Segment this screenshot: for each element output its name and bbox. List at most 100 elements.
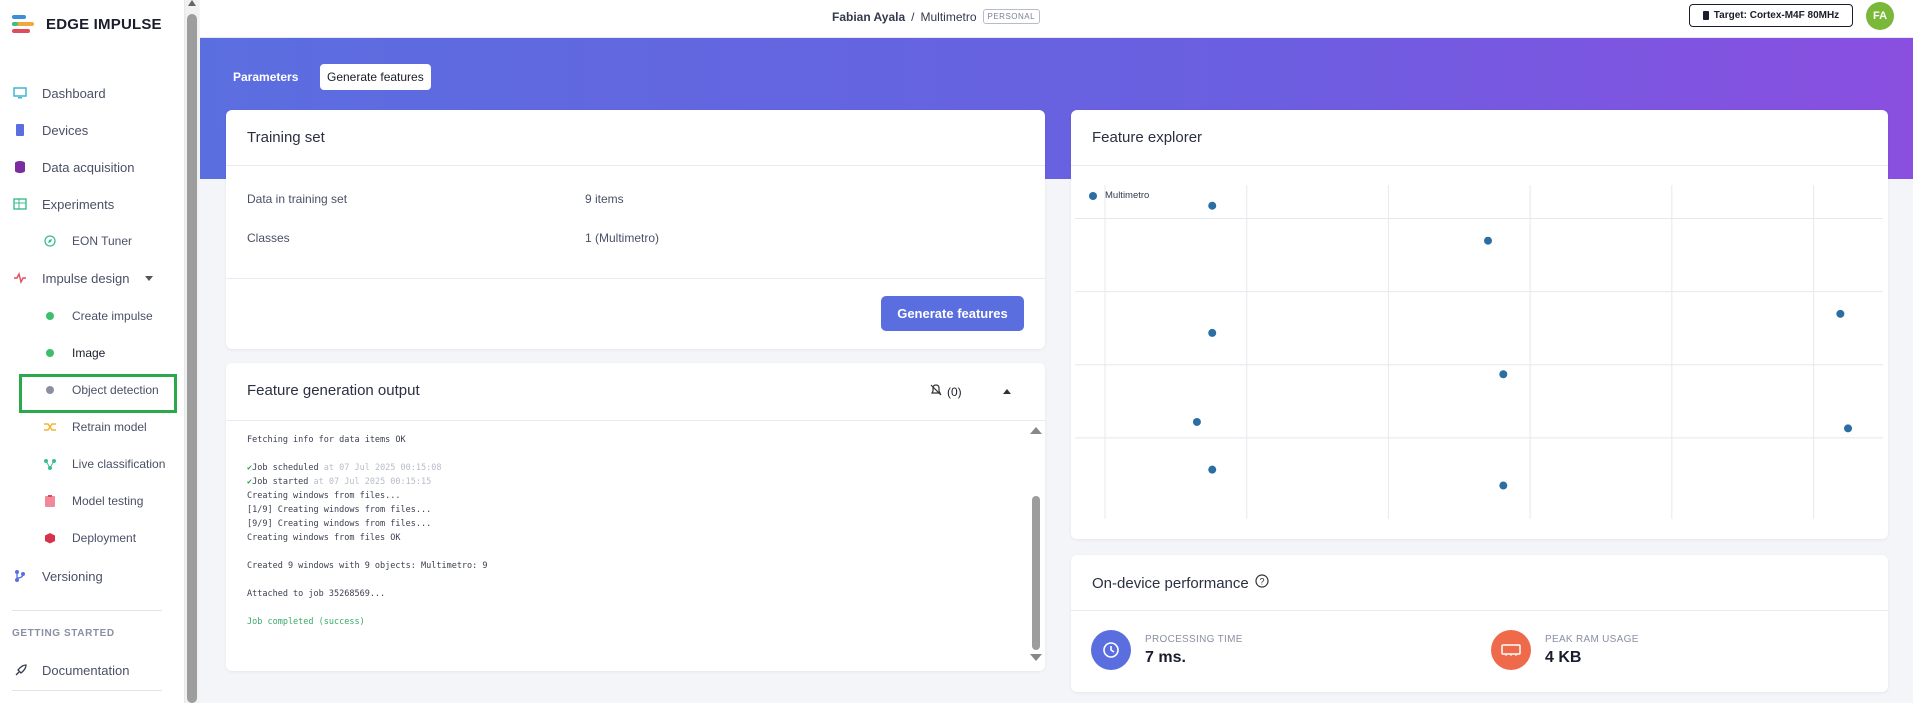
scatter-point[interactable] bbox=[1499, 481, 1508, 490]
card-title: Training set bbox=[247, 129, 325, 146]
row-label: Classes bbox=[247, 231, 290, 245]
cube-icon bbox=[42, 530, 58, 546]
table-icon bbox=[12, 196, 28, 212]
metric-processing-time: PROCESSING TIME 7 ms. bbox=[1091, 630, 1243, 670]
sidebar-item-create-impulse[interactable]: Create impulse bbox=[0, 303, 153, 329]
sidebar-item-label: Impulse design bbox=[42, 270, 130, 286]
console-timestamp: at 07 Jul 2025 00:15:08 bbox=[318, 463, 442, 473]
sidebar-item-dashboard[interactable]: Dashboard bbox=[0, 80, 106, 106]
console-line: [9/9] Creating windows from files... bbox=[247, 517, 1027, 531]
divider bbox=[1071, 165, 1888, 166]
scatter-point[interactable] bbox=[1208, 201, 1217, 210]
divider bbox=[226, 165, 1045, 166]
sidebar-item-devices[interactable]: Devices bbox=[0, 117, 88, 143]
sidebar-item-deployment[interactable]: Deployment bbox=[0, 525, 136, 551]
chart-legend[interactable]: Multimetro bbox=[1089, 190, 1149, 201]
scatter-point[interactable] bbox=[1192, 417, 1201, 426]
sidebar-item-experiments[interactable]: Experiments bbox=[0, 191, 114, 217]
generate-features-button[interactable]: Generate features bbox=[881, 296, 1024, 331]
sidebar-scrollbar-thumb[interactable] bbox=[187, 14, 197, 703]
project-owner[interactable]: Fabian Ayala bbox=[832, 10, 905, 24]
feature-scatter-chart[interactable] bbox=[1075, 185, 1883, 519]
logo[interactable]: EDGE IMPULSE bbox=[12, 12, 162, 36]
console-text: Creating windows from files... bbox=[247, 491, 401, 501]
sidebar-item-label: Live classification bbox=[72, 457, 166, 471]
performance-title: On-device performance bbox=[1092, 574, 1249, 592]
scatter-point[interactable] bbox=[1484, 236, 1492, 245]
target-label: Target: Cortex-M4F 80MHz bbox=[1713, 10, 1840, 21]
sidebar-item-documentation[interactable]: Documentation bbox=[0, 657, 129, 683]
sidebar-item-image[interactable]: Image bbox=[0, 340, 105, 366]
sidebar-item-live-classification[interactable]: Live classification bbox=[0, 451, 165, 477]
scroll-down-icon[interactable] bbox=[1030, 654, 1042, 661]
console-line: Creating windows from files... bbox=[247, 489, 1027, 503]
tab-parameters[interactable]: Parameters bbox=[226, 64, 305, 90]
notifications-toggle[interactable]: (0) bbox=[929, 383, 962, 400]
console-text: [9/9] Creating windows from files... bbox=[247, 519, 432, 529]
project-name[interactable]: Multimetro bbox=[920, 10, 976, 24]
divider bbox=[1071, 610, 1888, 611]
feature-explorer-card: Feature explorer Multimetro bbox=[1071, 110, 1888, 539]
tab-generate-features[interactable]: Generate features bbox=[320, 64, 431, 90]
metric-value: 4 KB bbox=[1545, 648, 1582, 666]
sidebar-item-label: Documentation bbox=[42, 662, 130, 678]
sidebar-item-eon-tuner[interactable]: EON Tuner bbox=[0, 228, 132, 254]
console-line: [1/9] Creating windows from files... bbox=[247, 503, 1027, 517]
compass-icon bbox=[42, 233, 58, 249]
sidebar-item-data-acquisition[interactable]: Data acquisition bbox=[0, 154, 135, 180]
network-icon bbox=[42, 456, 58, 472]
console-line: Job completed (success) bbox=[247, 615, 1027, 629]
chevron-down-icon[interactable] bbox=[145, 275, 154, 281]
scatter-point[interactable] bbox=[1499, 370, 1508, 379]
console-line: ✔Job started at 07 Jul 2025 00:15:15 bbox=[247, 475, 1027, 489]
notification-count: (0) bbox=[947, 384, 962, 399]
avatar[interactable]: FA bbox=[1866, 2, 1894, 30]
sidebar-item-retrain-model[interactable]: Retrain model bbox=[0, 414, 147, 440]
branch-icon bbox=[12, 568, 28, 584]
scatter-point[interactable] bbox=[1836, 309, 1845, 318]
console-text: Job scheduled bbox=[252, 463, 319, 473]
sidebar-item-versioning[interactable]: Versioning bbox=[0, 563, 103, 589]
svg-text:?: ? bbox=[1259, 577, 1264, 587]
sidebar-item-impulse-design[interactable]: Impulse design bbox=[0, 265, 154, 291]
scatter-point[interactable] bbox=[1208, 328, 1217, 337]
row-value: 9 items bbox=[585, 192, 624, 206]
sidebar-item-label: Dashboard bbox=[42, 85, 106, 101]
card-title: On-device performance ? bbox=[1092, 574, 1269, 592]
console-text: Created 9 windows with 9 objects: Multim… bbox=[247, 561, 488, 571]
console-line: ✔Job scheduled at 07 Jul 2025 00:15:08 bbox=[247, 461, 1027, 475]
console-output: Fetching info for data items OK ✔Job sche… bbox=[247, 433, 1027, 663]
target-device-button[interactable]: Target: Cortex-M4F 80MHz bbox=[1689, 4, 1853, 27]
scatter-point[interactable] bbox=[1208, 465, 1217, 474]
monitor-icon bbox=[12, 85, 28, 101]
metric-peak-ram: PEAK RAM USAGE 4 KB bbox=[1491, 630, 1639, 670]
row-label: Data in training set bbox=[247, 192, 348, 206]
help-icon[interactable]: ? bbox=[1255, 574, 1269, 592]
status-dot-icon bbox=[42, 308, 58, 324]
collapse-icon[interactable] bbox=[1003, 389, 1011, 394]
memory-icon bbox=[1491, 630, 1531, 670]
sidebar-item-label: Deployment bbox=[72, 531, 137, 545]
console-text: Fetching info for data items OK bbox=[247, 435, 406, 445]
scroll-up-icon[interactable] bbox=[1030, 427, 1042, 434]
sidebar-section-heading: GETTING STARTED bbox=[12, 628, 115, 639]
database-icon bbox=[12, 159, 28, 175]
console-text: Attached to job 35268569... bbox=[247, 589, 386, 599]
sidebar-item-model-testing[interactable]: Model testing bbox=[0, 488, 143, 514]
metric-value: 7 ms. bbox=[1145, 648, 1186, 666]
chip-icon bbox=[1702, 11, 1709, 20]
row-value: 1 (Multimetro) bbox=[585, 231, 660, 245]
console-line: Created 9 windows with 9 objects: Multim… bbox=[247, 559, 1027, 573]
sidebar-item-label: Retrain model bbox=[72, 420, 147, 434]
highlight-box bbox=[19, 374, 177, 413]
scroll-up-icon[interactable] bbox=[188, 0, 196, 6]
metric-label: PROCESSING TIME bbox=[1145, 633, 1243, 645]
training-set-card: Training set Data in training set 9 item… bbox=[226, 110, 1045, 349]
sidebar-divider bbox=[12, 610, 162, 611]
console-scrollbar-thumb[interactable] bbox=[1032, 496, 1040, 650]
sidebar-divider bbox=[12, 690, 162, 691]
scatter-point[interactable] bbox=[1844, 424, 1853, 433]
